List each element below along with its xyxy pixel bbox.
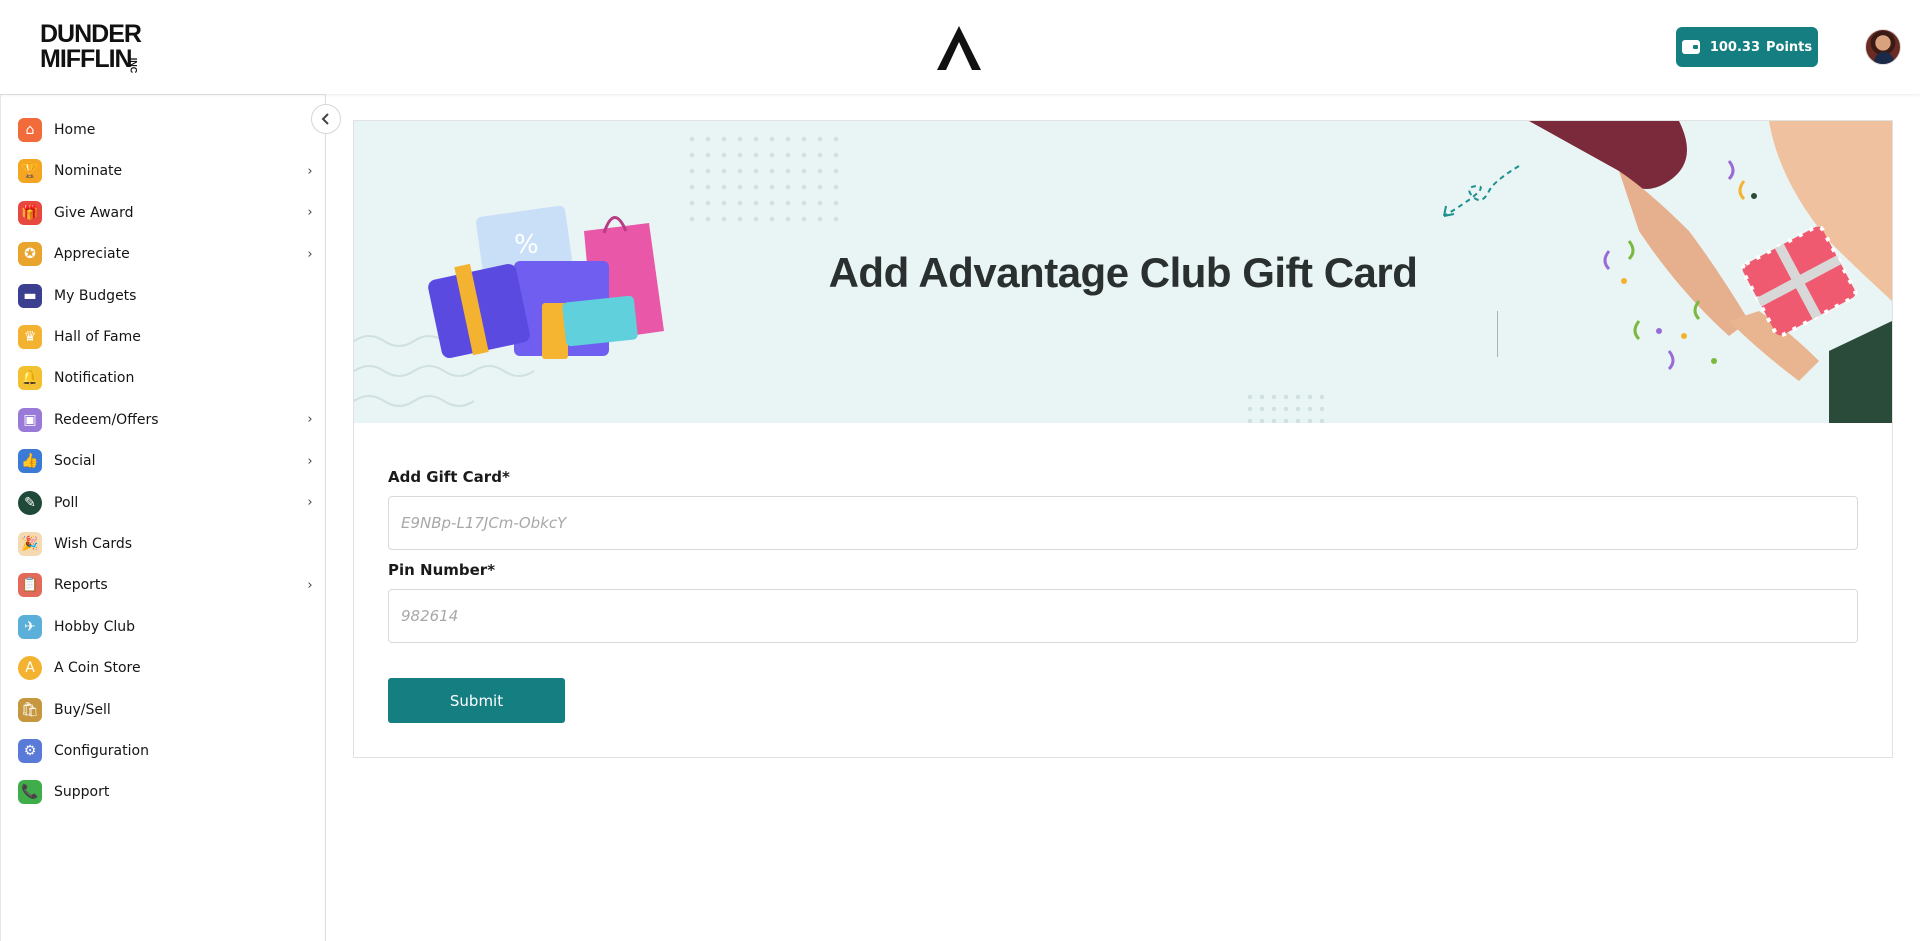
- sidebar-item-label: Reports: [54, 577, 108, 594]
- sidebar-item-a-coin-store[interactable]: A A Coin Store: [18, 652, 318, 684]
- points-value: 100.33: [1709, 39, 1761, 55]
- chevron-right-icon: ›: [307, 205, 313, 221]
- gift-card-label: Add Gift Card*: [388, 468, 510, 486]
- banner: % Add Advantage Club Gift Card: [354, 121, 1892, 423]
- sidebar-item-label: Hobby Club: [54, 618, 136, 635]
- user-avatar[interactable]: [1865, 29, 1901, 65]
- home-icon: ⌂: [18, 118, 42, 142]
- points-label: Points: [1766, 39, 1813, 55]
- chevron-right-icon: ›: [307, 453, 313, 469]
- sidebar-item-label: Support: [54, 784, 110, 801]
- submit-button[interactable]: Submit: [388, 678, 565, 723]
- sidebar-item-label: Poll: [54, 494, 79, 511]
- pin-number-input[interactable]: [388, 589, 1858, 643]
- sidebar-item-label: Wish Cards: [54, 536, 133, 552]
- sidebar-item-configuration[interactable]: ⚙ Configuration: [18, 735, 318, 767]
- sidebar-item-label: Give Award: [54, 204, 134, 221]
- sidebar-item-appreciate[interactable]: ✪ Appreciate ›: [18, 238, 318, 270]
- sidebar-item-support[interactable]: 📞 Support: [18, 776, 318, 808]
- sidebar-item-notification[interactable]: 🔔 Notification: [18, 362, 318, 394]
- trophy-icon: 🏆: [18, 159, 42, 184]
- chevron-left-icon: [321, 113, 329, 125]
- sidebar-item-label: Social: [54, 453, 96, 470]
- sidebar-item-label: Buy/Sell: [54, 701, 111, 718]
- hobby-icon: ✈: [18, 614, 42, 639]
- phone-icon: 📞: [18, 780, 42, 805]
- dot-pattern: [1244, 391, 1324, 423]
- sidebar-item-redeem-offers[interactable]: ▣ Redeem/Offers ›: [18, 404, 318, 436]
- sidebar-item-label: Home: [54, 122, 96, 138]
- chevron-right-icon: ›: [307, 495, 313, 511]
- sidebar-item-wish-cards[interactable]: 🎉 Wish Cards: [18, 528, 318, 560]
- redeem-icon: ▣: [18, 407, 42, 432]
- logo-suffix: INC: [127, 57, 138, 74]
- divider: [1497, 311, 1498, 357]
- sidebar-item-buy-sell[interactable]: 🛍 Buy/Sell: [18, 694, 318, 726]
- crown-icon: ♛: [18, 325, 42, 349]
- wallet-icon: ▬: [18, 283, 42, 308]
- sidebar-item-hobby-club[interactable]: ✈ Hobby Club: [18, 611, 318, 643]
- collapse-sidebar-button[interactable]: [311, 104, 341, 134]
- sidebar-item-label: Appreciate: [54, 246, 130, 263]
- sidebar-item-label: Notification: [54, 370, 135, 387]
- sidebar-item-poll[interactable]: ✎ Poll ›: [18, 487, 318, 519]
- bell-icon: 🔔: [18, 366, 42, 391]
- sidebar-item-label: Redeem/Offers: [54, 411, 159, 428]
- pin-number-label: Pin Number*: [388, 561, 496, 579]
- party-popper-icon: 🎉: [18, 532, 42, 556]
- gift-card-input[interactable]: [388, 496, 1858, 550]
- sidebar-item-give-award[interactable]: 🎁 Give Award ›: [18, 197, 318, 229]
- sidebar-item-label: Configuration: [54, 743, 149, 759]
- clipboard-icon: 📋: [18, 573, 42, 598]
- wallet-icon: [1681, 40, 1700, 54]
- chevron-right-icon: ›: [307, 412, 313, 428]
- dashed-arrow: [1443, 165, 1520, 217]
- chevron-right-icon: ›: [307, 163, 313, 179]
- sidebar-item-reports[interactable]: 📋 Reports ›: [18, 569, 318, 601]
- sidebar-item-label: A Coin Store: [54, 660, 141, 677]
- sidebar-item-hall-of-fame[interactable]: ♛ Hall of Fame: [18, 321, 318, 353]
- sidebar: ⌂ Home 🏆 Nominate › 🎁 Give Award › ✪ Appreciate › ▬…: [0, 94, 326, 941]
- sidebar-item-home[interactable]: ⌂ Home: [18, 114, 318, 146]
- social-icon: 👍: [18, 449, 42, 474]
- poll-icon: ✎: [18, 490, 42, 515]
- shopping-bags-icon: 🛍: [18, 697, 42, 722]
- chevron-right-icon: ›: [307, 577, 313, 593]
- sidebar-item-label: Hall of Fame: [54, 329, 141, 345]
- brand-a-icon[interactable]: [934, 24, 984, 72]
- logo-line-2: MIFFLIN: [40, 45, 133, 73]
- banner-title: Add Advantage Club Gift Card: [828, 249, 1418, 296]
- sidebar-item-social[interactable]: 👍 Social ›: [18, 445, 318, 477]
- sidebar-item-nominate[interactable]: 🏆 Nominate ›: [18, 155, 318, 187]
- sidebar-item-label: My Budgets: [54, 287, 137, 304]
- config-icon: ⚙: [18, 739, 42, 763]
- sidebar-item-label: Nominate: [54, 163, 123, 180]
- gift-icon: 🎁: [18, 200, 42, 225]
- chevron-right-icon: ›: [307, 246, 313, 262]
- medal-icon: ✪: [18, 242, 42, 267]
- logo-line-1: DUNDER: [40, 20, 142, 48]
- coin-icon: A: [18, 656, 42, 681]
- gift-card-panel: % Add Advantage Club Gift Card Add Gift …: [353, 120, 1893, 758]
- points-button[interactable]: 100.33 Points: [1676, 27, 1818, 67]
- dot-pattern: [684, 131, 844, 227]
- sidebar-item-my-budgets[interactable]: ▬ My Budgets: [18, 280, 318, 312]
- top-header: DUNDER MIFFLIN INC 100.33 Points: [0, 0, 1920, 94]
- company-logo[interactable]: DUNDER MIFFLIN INC: [40, 20, 142, 74]
